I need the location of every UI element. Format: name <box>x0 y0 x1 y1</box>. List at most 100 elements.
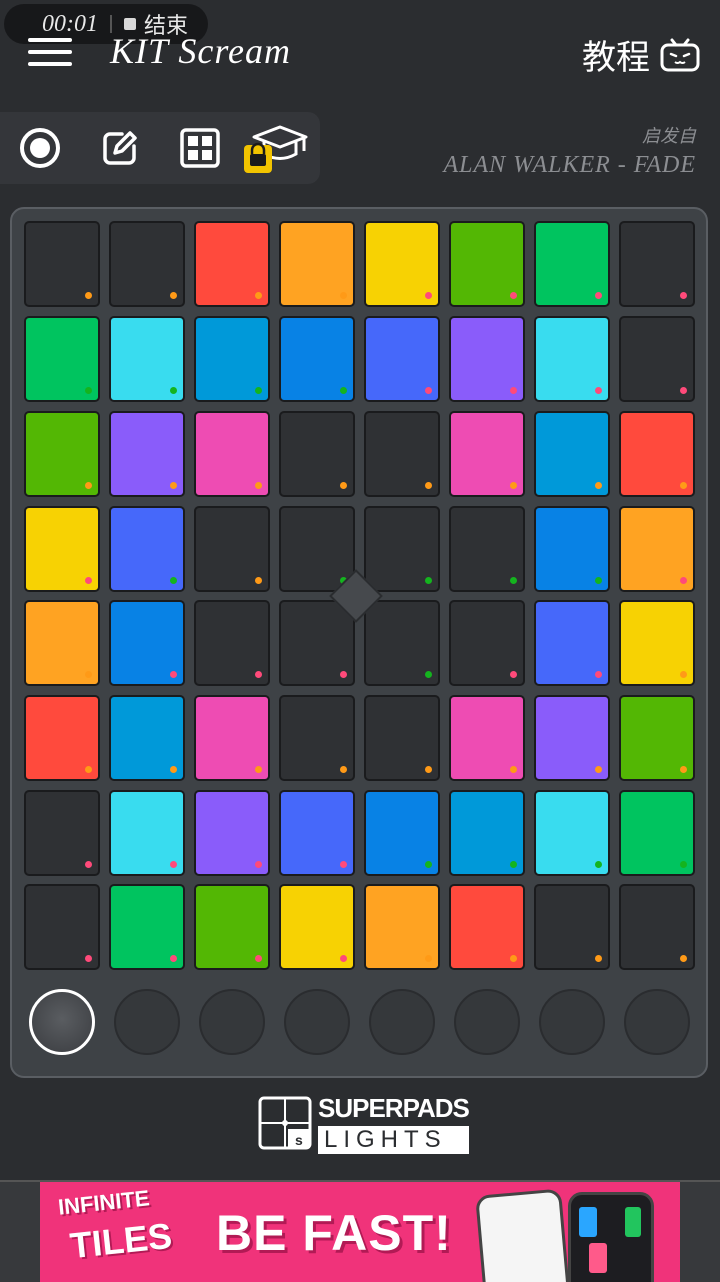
pad-indicator-dot <box>425 387 432 394</box>
pad-r2c1[interactable] <box>24 316 100 402</box>
pad-r6c4[interactable] <box>279 695 355 781</box>
pad-r7c5[interactable] <box>364 790 440 876</box>
pad-r6c2[interactable] <box>109 695 185 781</box>
svg-text:s: s <box>295 1132 303 1148</box>
pad-indicator-dot <box>425 955 432 962</box>
pad-indicator-dot <box>680 671 687 678</box>
pad-r8c2[interactable] <box>109 884 185 970</box>
pad-indicator-dot <box>170 766 177 773</box>
pad-r5c8[interactable] <box>619 600 695 686</box>
pad-r1c7[interactable] <box>534 221 610 307</box>
pad-r6c5[interactable] <box>364 695 440 781</box>
grid-layout-button[interactable] <box>176 124 224 172</box>
pad-indicator-dot <box>680 577 687 584</box>
scene-button-2[interactable] <box>114 989 180 1055</box>
pad-r2c4[interactable] <box>279 316 355 402</box>
ad-content[interactable]: INFINITE TILES BE FAST! <box>40 1182 680 1282</box>
pad-r4c4[interactable] <box>279 506 355 592</box>
pad-r7c7[interactable] <box>534 790 610 876</box>
pad-r7c6[interactable] <box>449 790 525 876</box>
pad-indicator-dot <box>510 766 517 773</box>
pad-r6c6[interactable] <box>449 695 525 781</box>
menu-icon[interactable] <box>28 38 72 68</box>
ad-banner[interactable]: INFINITE TILES BE FAST! <box>0 1180 720 1282</box>
pad-r1c8[interactable] <box>619 221 695 307</box>
pad-indicator-dot <box>425 482 432 489</box>
pad-r4c6[interactable] <box>449 506 525 592</box>
pad-r4c1[interactable] <box>24 506 100 592</box>
pad-r4c5[interactable] <box>364 506 440 592</box>
pad-r1c4[interactable] <box>279 221 355 307</box>
pad-r3c8[interactable] <box>619 411 695 497</box>
inspired-by: 启发自 ALAN WALKER - FADE <box>443 122 696 179</box>
pad-r1c3[interactable] <box>194 221 270 307</box>
pad-r8c3[interactable] <box>194 884 270 970</box>
pad-r6c7[interactable] <box>534 695 610 781</box>
pad-r3c2[interactable] <box>109 411 185 497</box>
pad-indicator-dot <box>595 292 602 299</box>
pad-r1c2[interactable] <box>109 221 185 307</box>
pad-r8c1[interactable] <box>24 884 100 970</box>
pad-indicator-dot <box>340 387 347 394</box>
pad-r1c5[interactable] <box>364 221 440 307</box>
pad-indicator-dot <box>340 955 347 962</box>
pad-r4c2[interactable] <box>109 506 185 592</box>
pad-r5c6[interactable] <box>449 600 525 686</box>
pad-r8c8[interactable] <box>619 884 695 970</box>
scene-button-6[interactable] <box>454 989 520 1055</box>
pad-r3c5[interactable] <box>364 411 440 497</box>
pad-r8c6[interactable] <box>449 884 525 970</box>
scene-button-8[interactable] <box>624 989 690 1055</box>
pad-r5c1[interactable] <box>24 600 100 686</box>
tutorial-button[interactable]: 教程 <box>582 30 700 79</box>
scene-button-3[interactable] <box>199 989 265 1055</box>
pad-r1c1[interactable] <box>24 221 100 307</box>
pad-r2c2[interactable] <box>109 316 185 402</box>
tv-icon <box>660 38 700 71</box>
pad-r4c3[interactable] <box>194 506 270 592</box>
pad-indicator-dot <box>85 861 92 868</box>
pad-r2c7[interactable] <box>534 316 610 402</box>
pad-r6c8[interactable] <box>619 695 695 781</box>
pad-r6c3[interactable] <box>194 695 270 781</box>
pad-r7c2[interactable] <box>109 790 185 876</box>
pad-indicator-dot <box>255 671 262 678</box>
pad-r3c3[interactable] <box>194 411 270 497</box>
pad-r8c7[interactable] <box>534 884 610 970</box>
pad-r2c8[interactable] <box>619 316 695 402</box>
pad-r2c3[interactable] <box>194 316 270 402</box>
pad-r5c3[interactable] <box>194 600 270 686</box>
pad-r2c6[interactable] <box>449 316 525 402</box>
pad-r5c7[interactable] <box>534 600 610 686</box>
pad-r7c1[interactable] <box>24 790 100 876</box>
record-button[interactable] <box>16 124 64 172</box>
pad-r4c8[interactable] <box>619 506 695 592</box>
tutorial-cap-button[interactable] <box>244 124 308 173</box>
scene-button-5[interactable] <box>369 989 435 1055</box>
scene-button-7[interactable] <box>539 989 605 1055</box>
pad-r8c4[interactable] <box>279 884 355 970</box>
pad-r4c7[interactable] <box>534 506 610 592</box>
pad-r7c3[interactable] <box>194 790 270 876</box>
pad-r5c5[interactable] <box>364 600 440 686</box>
pad-indicator-dot <box>425 577 432 584</box>
pad-indicator-dot <box>85 292 92 299</box>
pad-r2c5[interactable] <box>364 316 440 402</box>
pad-r8c5[interactable] <box>364 884 440 970</box>
pad-r1c6[interactable] <box>449 221 525 307</box>
pad-r3c4[interactable] <box>279 411 355 497</box>
pad-r7c4[interactable] <box>279 790 355 876</box>
pad-r5c4[interactable] <box>279 600 355 686</box>
pad-indicator-dot <box>595 482 602 489</box>
pad-r3c1[interactable] <box>24 411 100 497</box>
pad-r3c6[interactable] <box>449 411 525 497</box>
pad-indicator-dot <box>510 577 517 584</box>
pad-r5c2[interactable] <box>109 600 185 686</box>
edit-button[interactable] <box>96 124 144 172</box>
pad-r7c8[interactable] <box>619 790 695 876</box>
scene-button-4[interactable] <box>284 989 350 1055</box>
pad-r6c1[interactable] <box>24 695 100 781</box>
pad-indicator-dot <box>425 861 432 868</box>
pad-r3c7[interactable] <box>534 411 610 497</box>
scene-button-1[interactable] <box>29 989 95 1055</box>
